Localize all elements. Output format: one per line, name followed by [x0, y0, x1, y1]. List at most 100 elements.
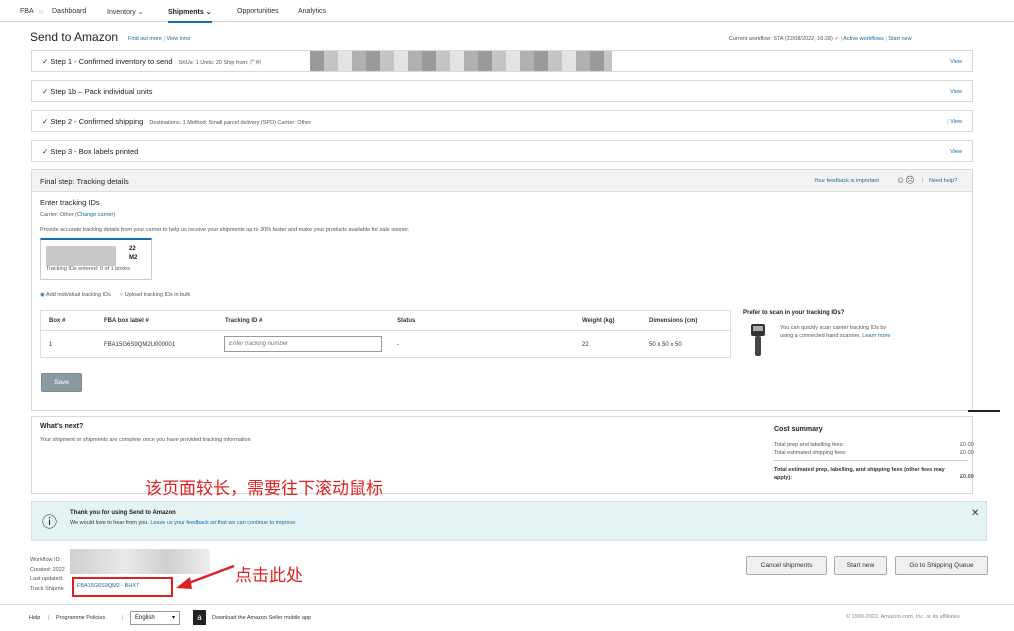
- step-1-label: Step 1 - Confirmed inventory to send: [50, 57, 173, 66]
- nav-shipments[interactable]: Shipments ⌄: [168, 8, 212, 23]
- step-2-label: Step 2 - Confirmed shipping: [50, 117, 144, 126]
- carrier-label: Carrier: Other: [40, 212, 74, 218]
- col-fba-label: FBA box label #: [104, 318, 149, 324]
- workflow-info: Current workflow: STA (22/08/2022, 16:28…: [729, 36, 912, 42]
- separator: |: [48, 615, 50, 621]
- radio-individual-label[interactable]: Add individual tracking IDs: [46, 292, 111, 298]
- whats-next-text: Your shipment or shipments are complete …: [40, 437, 251, 443]
- step-1-meta: SKUs: 1 Units: 20 Ship from: 广州: [178, 60, 262, 66]
- cell-dimensions: 50 x 50 x 50: [649, 342, 682, 348]
- step-2-meta: Destinations: 1 Method: Small parcel del…: [149, 120, 312, 126]
- last-updated: Last updated:: [30, 576, 64, 582]
- feedback-link[interactable]: Your feedback is important: [814, 178, 879, 184]
- separator: |: [922, 178, 924, 184]
- provide-tracking-text: Provide accurate tracking details from y…: [40, 227, 410, 233]
- programme-policies-link[interactable]: Programme Policies: [56, 615, 105, 621]
- view-intro-link[interactable]: View intro: [166, 36, 190, 42]
- step-3-text: ✓ Step 3 - Box labels printed: [42, 147, 138, 156]
- learn-more-link[interactable]: Learn more: [862, 333, 890, 339]
- track-shipment-label: Track Shipme: [30, 585, 64, 592]
- close-icon[interactable]: ✕: [971, 508, 979, 519]
- click-annotation: 点击此处: [235, 566, 303, 585]
- radio-unselected-icon[interactable]: ○: [120, 292, 123, 298]
- language-select[interactable]: English ▾: [130, 611, 180, 625]
- nav-inventory-label: Inventory: [107, 9, 136, 16]
- save-button[interactable]: Save: [41, 373, 82, 392]
- start-new-button[interactable]: Start new: [834, 556, 887, 575]
- final-step-title: Final step: Tracking details: [40, 177, 129, 186]
- shipment-card[interactable]: 22 M2 Tracking IDs entered: 0 of 1 boxes: [40, 238, 152, 280]
- page-title: Send to Amazon: [30, 30, 119, 44]
- step-1-text: ✓ Step 1 - Confirmed inventory to send SK…: [42, 57, 261, 66]
- arrow-icon: [176, 564, 235, 589]
- smiley-icon[interactable]: ☺☹: [896, 175, 915, 186]
- divider: [968, 410, 1000, 412]
- banner-text-wrap: We would love to hear from you. Leave us…: [70, 520, 297, 526]
- step-1b: ✓ Step 1b – Pack individual units View: [31, 80, 973, 102]
- nav-shipments-label: Shipments: [168, 9, 204, 16]
- tracking-mode-options: ◉ Add individual tracking IDs ○ Upload t…: [40, 292, 190, 298]
- step-1-view-link[interactable]: View: [950, 59, 962, 65]
- step-3: ✓ Step 3 - Box labels printed View: [31, 140, 973, 162]
- cell-status: -: [397, 342, 399, 348]
- help-link[interactable]: Help: [29, 615, 40, 621]
- separator: |: [122, 615, 124, 621]
- chevron-down-icon: ⌄: [137, 9, 144, 16]
- banner-feedback-link[interactable]: Leave us your feedback so that we can co…: [150, 520, 296, 526]
- active-workflows-link[interactable]: Active workflows: [843, 36, 884, 42]
- cost-row-shipping-label: Total estimated shipping fees:: [774, 450, 847, 456]
- current-workflow: Current workflow: STA (22/08/2022, 16:28…: [729, 36, 833, 42]
- track-shipment-link[interactable]: FBA15G6S9QM2 - BHX7: [77, 583, 139, 589]
- nav-dashboard[interactable]: Dashboard: [52, 8, 86, 15]
- step-1b-view-link[interactable]: View: [950, 89, 962, 95]
- step-2-text: ✓ Step 2 - Confirmed shipping Destination…: [42, 117, 311, 126]
- step-2-view-label: View: [950, 119, 962, 125]
- chevron-down-icon: ▾: [171, 615, 175, 621]
- change-carrier-link[interactable]: (Change carrier): [75, 212, 115, 218]
- tracking-number-input[interactable]: [224, 336, 382, 352]
- step-1b-text: ✓ Step 1b – Pack individual units: [42, 87, 153, 96]
- step-2-view-link[interactable]: | View: [947, 119, 962, 125]
- cell-weight: 22: [582, 342, 589, 348]
- step-2: ✓ Step 2 - Confirmed shipping Destination…: [31, 110, 973, 132]
- created-date: Created: 2022: [30, 566, 65, 573]
- step-1b-label: Step 1b – Pack individual units: [50, 87, 153, 96]
- nav-opportunities[interactable]: Opportunities: [237, 8, 279, 15]
- mobile-app-link[interactable]: Download the Amazon Seller mobile app: [212, 615, 311, 621]
- header-links: Find out more | View intro: [128, 36, 191, 42]
- radio-bulk-label[interactable]: Upload tracking IDs in bulk: [125, 292, 190, 298]
- find-out-more-link[interactable]: Find out more: [128, 36, 162, 42]
- whats-next-title: What's next?: [40, 423, 84, 430]
- start-new-link[interactable]: Start new: [888, 36, 911, 42]
- nav-inventory[interactable]: Inventory ⌄: [107, 8, 144, 16]
- top-nav: FBA ☆ Dashboard Inventory ⌄ Shipments ⌄ …: [0, 0, 1014, 23]
- need-help-link[interactable]: Need help?: [929, 178, 957, 184]
- cost-row-total-value: £0.00: [960, 474, 974, 480]
- copyright: © 1999-2022, Amazon.com, Inc. or its aff…: [846, 614, 960, 620]
- shipping-queue-button[interactable]: Go to Shipping Queue: [895, 556, 988, 575]
- nav-fba[interactable]: FBA: [20, 8, 34, 15]
- scan-title: Prefer to scan in your tracking IDs?: [743, 310, 845, 316]
- col-tracking-id: Tracking ID #: [225, 318, 263, 324]
- enter-tracking-heading: Enter tracking IDs: [40, 198, 100, 207]
- blurred-address: [310, 51, 612, 71]
- col-dimensions: Dimensions (cm): [649, 318, 698, 324]
- scan-text: You can quickly scan carrier tracking ID…: [780, 324, 895, 340]
- cost-row-total-label: Total estimated prep, labelling, and shi…: [774, 467, 945, 481]
- cell-box: 1: [49, 342, 53, 348]
- step-3-label: Step 3 - Box labels printed: [50, 147, 139, 156]
- step-1: ✓ Step 1 - Confirmed inventory to send SK…: [31, 50, 973, 72]
- step-3-view-link[interactable]: View: [950, 149, 962, 155]
- scanner-icon: [743, 322, 773, 358]
- footer: Help | Programme Policies | English ▾ a …: [0, 604, 1014, 631]
- radio-selected-icon[interactable]: ◉: [40, 292, 45, 298]
- card-line-1: 22: [129, 246, 136, 252]
- mobile-app-icon[interactable]: a: [193, 610, 206, 625]
- workflow-meta: Workflow ID: Created: 2022 Last updated:…: [30, 556, 65, 594]
- thank-you-banner: ⓘ Thank you for using Send to Amazon We …: [31, 501, 987, 541]
- col-box: Box #: [49, 318, 66, 324]
- cell-fba-label: FBA15G6S9QM2U000001: [104, 342, 176, 348]
- nav-analytics[interactable]: Analytics: [298, 8, 326, 15]
- cost-row-shipping-value: £0.00: [960, 450, 974, 456]
- cancel-shipments-button[interactable]: Cancel shipments: [746, 556, 827, 575]
